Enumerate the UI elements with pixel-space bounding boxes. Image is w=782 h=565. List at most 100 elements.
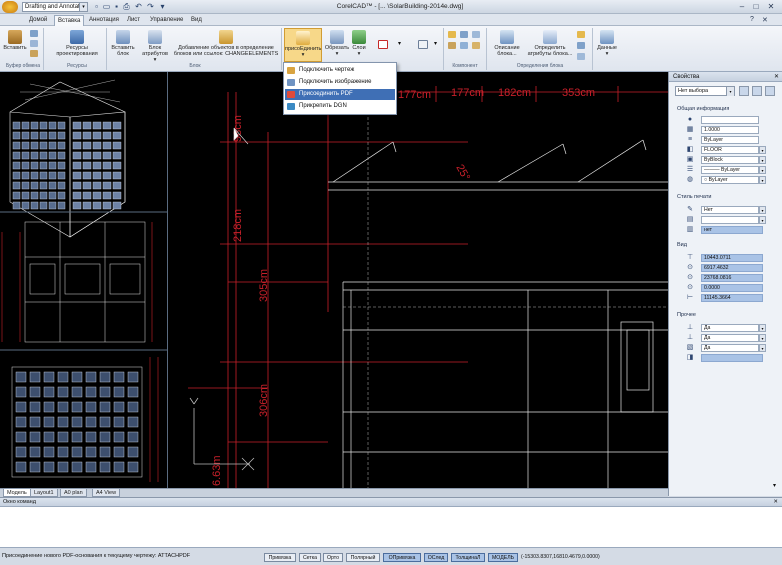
prop-row-plot-style[interactable]: ✎ Нет ▾ bbox=[685, 206, 775, 214]
ortho-toggle[interactable]: Орто bbox=[323, 553, 343, 562]
prop-row-plot-attached[interactable]: ▥ нет bbox=[685, 226, 775, 234]
etrack-toggle[interactable]: ОСлед bbox=[424, 553, 448, 562]
prop-row-color[interactable]: ● bbox=[685, 116, 775, 124]
customize-qa-icon[interactable]: ▾ bbox=[158, 2, 167, 12]
tab-insert[interactable]: Вставка bbox=[54, 15, 85, 26]
prop-row-ucs-origin[interactable]: ⊥ Да ▾ bbox=[685, 334, 775, 342]
frame-icon[interactable] bbox=[378, 40, 388, 49]
component-icon[interactable] bbox=[460, 31, 468, 38]
block-attributes-button[interactable]: Блок атрибутов ▾ bbox=[140, 30, 170, 63]
component-icon[interactable] bbox=[448, 42, 456, 49]
format-painter-icon[interactable] bbox=[30, 50, 38, 57]
chevron-down-icon[interactable]: ▾ bbox=[398, 40, 401, 47]
define-attributes-button[interactable]: Определить атрибуты блока... bbox=[526, 30, 574, 57]
layers-button[interactable]: Слои ▾ bbox=[350, 30, 368, 57]
new-file-icon[interactable]: ▫ bbox=[92, 2, 101, 12]
quick-select-icon[interactable] bbox=[752, 86, 762, 96]
insert-block-button[interactable]: Вставить блок bbox=[110, 30, 136, 57]
chevron-down-icon[interactable]: ▾ bbox=[759, 216, 766, 224]
change-elements-button[interactable]: Добавление объектов в определение блоков… bbox=[172, 30, 280, 57]
open-file-icon[interactable]: ▭ bbox=[102, 2, 111, 12]
tab-a0-plan[interactable]: A0 plan bbox=[60, 489, 87, 497]
tab-view[interactable]: Вид bbox=[188, 15, 205, 26]
lineweight-toggle[interactable]: ТолщинаЛ bbox=[451, 553, 485, 562]
clip-button[interactable]: Обрезать ▾ bbox=[324, 30, 350, 57]
undo-icon[interactable]: ↶ bbox=[134, 2, 143, 12]
component-icon[interactable] bbox=[472, 31, 480, 38]
prop-row-lineweight[interactable]: ☰ ——— ByLayer ▾ bbox=[685, 166, 775, 174]
esnap-toggle[interactable]: ОПривязка bbox=[383, 553, 421, 562]
data-button[interactable]: Данные ▾ bbox=[596, 30, 618, 57]
design-resources-button[interactable]: Ресурсы проектирования bbox=[52, 30, 102, 57]
selection-select[interactable]: Нет выбора ▾ bbox=[675, 86, 735, 96]
block-tool-icon[interactable] bbox=[577, 53, 585, 60]
component-icon[interactable] bbox=[472, 42, 480, 49]
block-tool-icon[interactable] bbox=[577, 42, 585, 49]
redo-icon[interactable]: ↷ bbox=[146, 2, 155, 12]
prop-row-center-x[interactable]: ⊤ 10443.0711 bbox=[685, 254, 775, 262]
scroll-handle-icon[interactable]: ▾ bbox=[773, 482, 776, 489]
prop-row-scale[interactable]: ▦ 1.0000 bbox=[685, 126, 775, 134]
tab-annotate[interactable]: Аннотация bbox=[86, 15, 122, 26]
tab-home[interactable]: Домой bbox=[26, 15, 50, 26]
select-objects-icon[interactable] bbox=[739, 86, 749, 96]
prop-row-plot-table[interactable]: ▤ ▾ bbox=[685, 216, 775, 224]
command-window[interactable]: Окно команд ✕ bbox=[0, 497, 782, 547]
prop-row-layer[interactable]: ◧ FLOOR ▾ bbox=[685, 146, 775, 154]
toggle-pickadd-icon[interactable] bbox=[765, 86, 775, 96]
chevron-down-icon[interactable]: ▾ bbox=[726, 87, 734, 96]
workspace-select[interactable]: Drafting and Annotation ▾ bbox=[22, 2, 88, 12]
close-icon[interactable]: ✕ bbox=[765, 1, 777, 12]
block-description-button[interactable]: Описание блока... bbox=[490, 30, 524, 57]
menu-item-attach-dgn[interactable]: Прикрепить DGN bbox=[285, 101, 395, 112]
copy-icon[interactable] bbox=[30, 40, 38, 47]
tab-a4-view[interactable]: A4 View bbox=[92, 489, 121, 497]
chevron-down-icon[interactable]: ▾ bbox=[759, 344, 766, 352]
doc-close-icon[interactable]: ✕ bbox=[762, 16, 768, 24]
print-icon[interactable]: ⎙ bbox=[122, 2, 131, 12]
prop-row-height[interactable]: ⊙ 0.0000 bbox=[685, 284, 775, 292]
prop-row-block[interactable]: ▣ ByBlock ▾ bbox=[685, 156, 775, 164]
app-logo-icon[interactable] bbox=[2, 1, 18, 13]
component-icon[interactable] bbox=[448, 31, 456, 38]
paste-button[interactable]: Вставить bbox=[3, 30, 27, 51]
polar-toggle[interactable]: Полярный bbox=[346, 553, 380, 562]
chevron-down-icon[interactable]: ▾ bbox=[759, 176, 766, 184]
tab-layout[interactable]: Лист bbox=[124, 15, 143, 26]
main-drawing-canvas[interactable]: 177cm 177cm 182cm 353cm 98cm 218cm 305cm… bbox=[168, 72, 668, 488]
prop-row-ucs-per-viewport[interactable]: ▧ Да ▾ bbox=[685, 344, 775, 352]
model-toggle[interactable]: МОДЕЛЬ bbox=[488, 553, 518, 562]
save-icon[interactable]: ▪ bbox=[112, 2, 121, 12]
chevron-down-icon[interactable]: ▾ bbox=[759, 166, 766, 174]
menu-item-attach-image[interactable]: Подключить изображение bbox=[285, 77, 395, 88]
prop-row-color-bylayer[interactable]: ◍ ○ ByLayer ▾ bbox=[685, 176, 775, 184]
left-drawing-views[interactable] bbox=[0, 72, 168, 488]
chevron-down-icon[interactable]: ▾ bbox=[759, 206, 766, 214]
tab-layout1[interactable]: Layout1 bbox=[30, 489, 58, 497]
snap-toggle[interactable]: Привязка bbox=[264, 553, 296, 562]
menu-item-attach-pdf[interactable]: Присоединить PDF bbox=[285, 89, 395, 100]
chevron-down-icon[interactable]: ▾ bbox=[79, 3, 87, 11]
chevron-down-icon[interactable]: ▾ bbox=[759, 324, 766, 332]
grid-toggle[interactable]: Сетка bbox=[299, 553, 321, 562]
prop-row-center-z[interactable]: ⊙ 23768.0816 bbox=[685, 274, 775, 282]
chevron-down-icon[interactable]: ▾ bbox=[759, 334, 766, 342]
menu-item-attach-drawing[interactable]: Подключить чертеж bbox=[285, 65, 395, 76]
minimize-icon[interactable]: – bbox=[736, 1, 748, 12]
help-icon[interactable]: ? bbox=[750, 16, 754, 23]
prop-row-width[interactable]: ⊢ 11145.3664 bbox=[685, 294, 775, 302]
chevron-down-icon[interactable]: ▾ bbox=[434, 40, 437, 47]
prop-row-linetype[interactable]: ≡ ByLayer bbox=[685, 136, 775, 144]
chevron-down-icon[interactable]: ▾ bbox=[759, 146, 766, 154]
chevron-down-icon[interactable]: ▾ bbox=[759, 156, 766, 164]
maximize-icon[interactable]: □ bbox=[750, 1, 762, 12]
component-icon[interactable] bbox=[460, 42, 468, 49]
prop-row-ucs-name[interactable]: ◨ bbox=[685, 354, 775, 362]
close-icon[interactable]: ✕ bbox=[774, 72, 779, 82]
underlay-icon[interactable] bbox=[418, 40, 428, 49]
attach-button[interactable]: присоЕдинить ▾ bbox=[284, 28, 322, 62]
tab-model[interactable]: Модель bbox=[3, 489, 31, 497]
prop-row-ucs-on[interactable]: ⊥ Да ▾ bbox=[685, 324, 775, 332]
block-tool-icon[interactable] bbox=[577, 31, 585, 38]
close-icon[interactable]: ✕ bbox=[773, 498, 778, 507]
